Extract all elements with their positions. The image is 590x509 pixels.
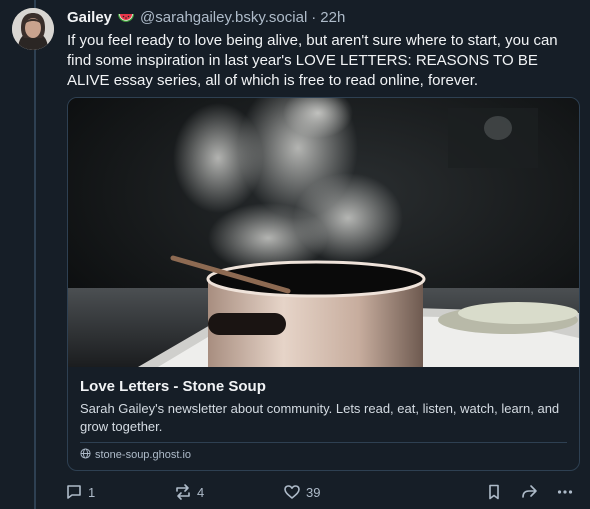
link-card[interactable]: Love Letters - Stone Soup Sarah Gailey's… (67, 97, 580, 471)
separator: · (311, 9, 317, 26)
bookmark-button[interactable] (485, 481, 503, 503)
card-image (68, 98, 579, 367)
reply-icon (67, 485, 81, 499)
thread-line (34, 0, 36, 509)
card-domain-text: stone-soup.ghost.io (95, 449, 192, 461)
post-actions: 1 4 39 (65, 481, 580, 503)
post-text: If you feel ready to love being alive, b… (67, 32, 558, 89)
card-divider (80, 442, 567, 443)
repost-count: 4 (197, 484, 205, 500)
more-options-button[interactable] (556, 481, 574, 503)
card-domain: stone-soup.ghost.io (80, 448, 567, 462)
repost-button[interactable]: 4 (174, 481, 204, 503)
repost-icon (176, 484, 190, 500)
watermelon-icon (117, 11, 135, 25)
post-header: Gailey @sarahgailey.bsky.social · 22h (67, 8, 580, 28)
display-name[interactable]: Gailey (67, 8, 112, 28)
timestamp[interactable]: 22h (320, 8, 345, 28)
globe-icon (80, 448, 91, 462)
avatar[interactable] (12, 8, 54, 50)
post[interactable]: Gailey @sarahgailey.bsky.social · 22h If… (0, 0, 590, 509)
share-icon (522, 485, 537, 498)
heart-icon (284, 485, 300, 499)
more-icon (557, 490, 573, 494)
reply-button[interactable]: 1 (65, 481, 95, 503)
card-description: Sarah Gailey's newsletter about communit… (80, 401, 560, 434)
card-title: Love Letters - Stone Soup (80, 378, 266, 395)
share-button[interactable] (520, 481, 538, 503)
handle[interactable]: @sarahgailey.bsky.social (140, 8, 307, 28)
bookmark-icon (489, 484, 499, 500)
like-count: 39 (306, 484, 321, 500)
like-button[interactable]: 39 (283, 481, 320, 503)
reply-count: 1 (88, 484, 96, 500)
